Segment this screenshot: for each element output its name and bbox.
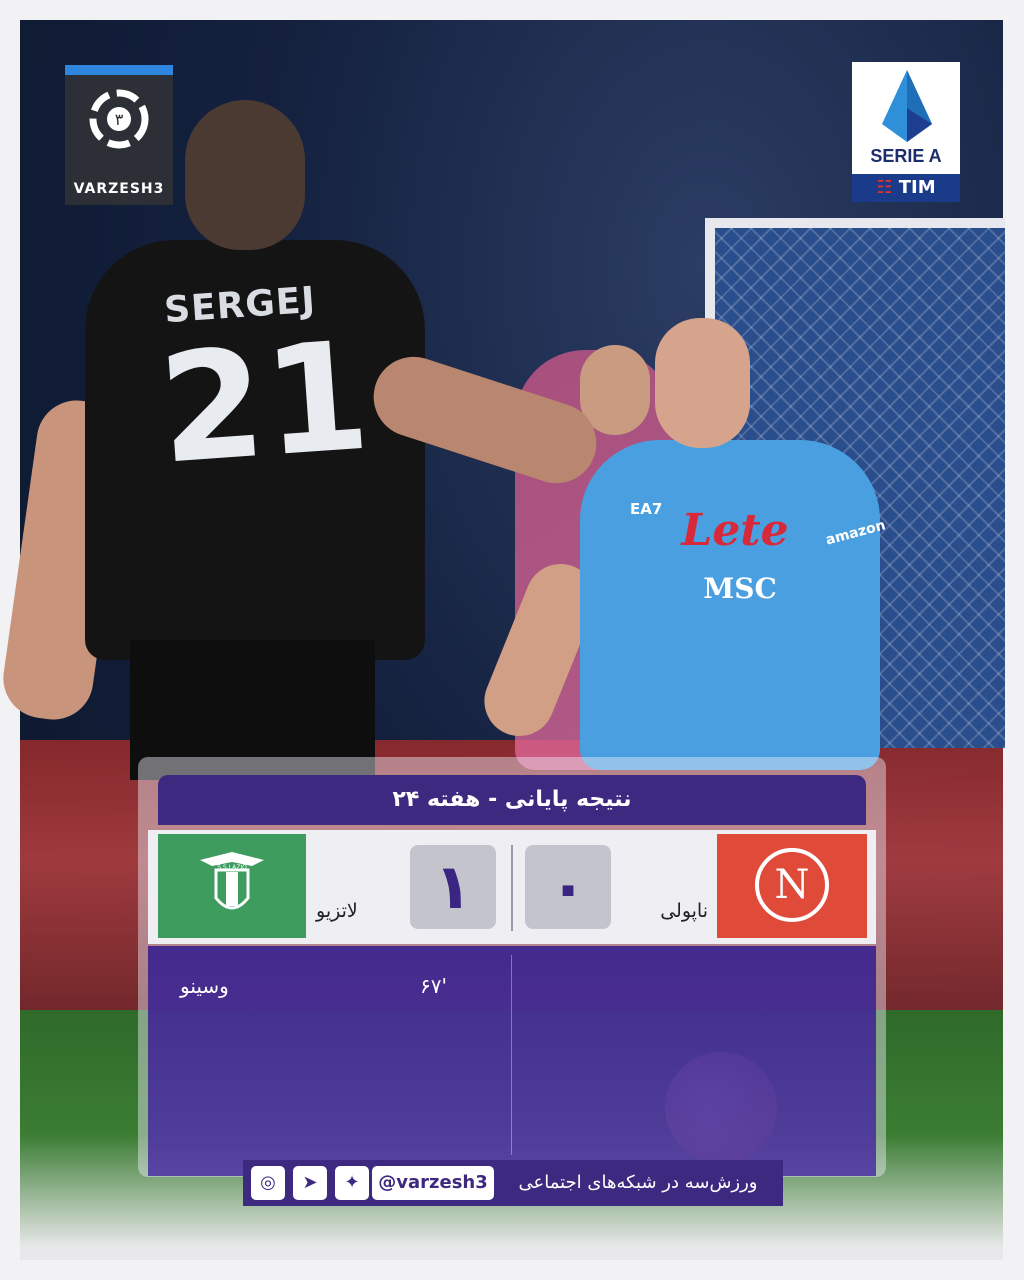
varzesh3-mark-icon: ٣ bbox=[89, 89, 149, 149]
telegram-icon[interactable]: ➤ bbox=[293, 1166, 327, 1200]
home-team-logo: N bbox=[717, 834, 867, 938]
serie-a-sponsor-text: TIM bbox=[898, 177, 936, 198]
goal-scorer: وسینو bbox=[180, 974, 229, 998]
shirt-player-number: 21 bbox=[154, 309, 375, 498]
away-team-name: لاتزیو bbox=[316, 900, 358, 922]
shirt-sponsor: Lete bbox=[681, 505, 789, 556]
goal-minute: ۶۷' bbox=[420, 974, 447, 998]
varzesh3-logo-text: VARZESH3 bbox=[73, 181, 165, 197]
logo-mark-digit: ٣ bbox=[115, 110, 124, 129]
napoli-player-shirt bbox=[580, 440, 880, 770]
napoli-crest-letter: N bbox=[774, 862, 810, 908]
home-score: ۰ bbox=[525, 845, 611, 929]
instagram-icon[interactable]: ◎ bbox=[251, 1166, 285, 1200]
serie-a-sponsor: ☷ TIM bbox=[852, 174, 960, 202]
social-text: ورزش‌سه در شبکه‌های اجتماعی bbox=[518, 1172, 758, 1193]
shirt-sponsor-secondary: MSC bbox=[703, 572, 777, 605]
score-divider bbox=[511, 845, 513, 931]
social-handle[interactable]: @varzesh3 bbox=[372, 1166, 494, 1200]
events-divider bbox=[511, 955, 512, 1155]
twitter-icon[interactable]: ✦ bbox=[335, 1166, 369, 1200]
serie-a-mark-icon bbox=[882, 70, 932, 142]
away-team-logo: S.S.LAZIO bbox=[158, 834, 306, 938]
napoli-player-head bbox=[655, 318, 750, 448]
lazio-crest-text: S.S.LAZIO bbox=[217, 864, 247, 871]
away-score: ۱ bbox=[410, 845, 496, 929]
lazio-player-head bbox=[185, 100, 305, 250]
match-title: نتیجه پایانی - هفته ۲۴ bbox=[158, 775, 866, 825]
logo-accent-bar bbox=[65, 65, 173, 75]
home-team-name: ناپولی bbox=[660, 900, 708, 922]
varzesh3-logo: ٣ VARZESH3 bbox=[65, 65, 173, 205]
goal-events-panel bbox=[148, 946, 876, 1176]
shirt-brand: EA7 bbox=[630, 500, 663, 518]
serie-a-title: SERIE A bbox=[870, 146, 942, 166]
serie-a-logo: SERIE A ☷ TIM bbox=[852, 62, 960, 202]
lazio-eagle-icon: S.S.LAZIO bbox=[200, 852, 264, 910]
